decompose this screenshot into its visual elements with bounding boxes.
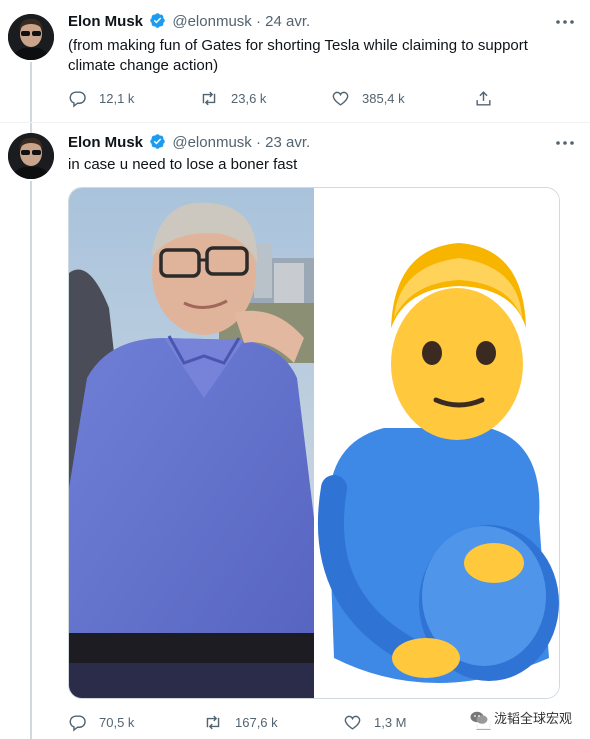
retweet-icon xyxy=(203,713,223,732)
like-count: 1,3 M xyxy=(374,714,407,730)
watermark: 泷韬全球宏观 xyxy=(465,706,576,729)
separator-dot: · xyxy=(255,13,261,30)
verified-badge-icon xyxy=(149,12,166,35)
more-options-icon[interactable] xyxy=(554,135,576,151)
author-handle[interactable]: @elonmusk xyxy=(172,134,251,151)
tweet-text-line: (from making fun of Gates for shorting T… xyxy=(68,37,528,54)
retweet-count: 167,6 k xyxy=(235,714,278,730)
tweet-text: (from making fun of Gates for shorting T… xyxy=(68,36,528,76)
like-button[interactable]: 385,4 k xyxy=(331,87,405,109)
tweet-text: in case u need to lose a boner fast xyxy=(68,155,297,175)
reply-button[interactable]: 70,5 k xyxy=(68,711,134,733)
media-emoji-pregnant-man xyxy=(314,188,559,698)
reply-count: 70,5 k xyxy=(99,714,135,730)
avatar[interactable] xyxy=(8,133,54,179)
retweet-button[interactable]: 167,6 k xyxy=(203,711,278,733)
tweet-header: Elon Musk @elonmusk · 24 avr. xyxy=(68,12,310,35)
like-button[interactable]: 1,3 M xyxy=(343,711,407,733)
tweet-2[interactable]: Elon Musk @elonmusk · 23 avr. in case u … xyxy=(0,123,590,739)
retweet-button[interactable]: 23,6 k xyxy=(199,87,266,109)
tweet-actions: 70,5 k 167,6 k 1,3 M xyxy=(68,711,508,733)
share-icon xyxy=(474,89,493,108)
tweet-media-image[interactable] xyxy=(68,187,560,699)
thread-line xyxy=(30,181,32,739)
author-name[interactable]: Elon Musk xyxy=(68,13,143,30)
retweet-icon xyxy=(199,89,219,108)
reply-icon xyxy=(68,89,87,108)
reply-count: 12,1 k xyxy=(99,90,135,106)
verified-badge-icon xyxy=(149,133,166,156)
more-options-icon[interactable] xyxy=(554,14,576,30)
author-name[interactable]: Elon Musk xyxy=(68,134,143,151)
like-count: 385,4 k xyxy=(362,90,405,106)
retweet-count: 23,6 k xyxy=(231,90,267,106)
thread-line xyxy=(30,123,32,133)
reply-icon xyxy=(68,713,87,732)
like-icon xyxy=(343,713,362,732)
watermark-text: 泷韬全球宏观 xyxy=(493,711,572,726)
tweet-1[interactable]: Elon Musk @elonmusk · 24 avr. (from maki… xyxy=(0,0,590,123)
tweet-text-line: in case u need to lose a boner fast xyxy=(68,156,298,173)
thread-line xyxy=(30,62,32,122)
author-handle[interactable]: @elonmusk xyxy=(172,13,251,30)
reply-button[interactable]: 12,1 k xyxy=(68,87,134,109)
media-photo-left xyxy=(69,188,314,698)
tweet-actions: 12,1 k 23,6 k 385,4 k xyxy=(68,87,508,109)
tweet-date[interactable]: 23 avr. xyxy=(265,134,310,151)
avatar[interactable] xyxy=(8,14,54,60)
share-button[interactable] xyxy=(474,87,493,109)
wechat-icon xyxy=(470,711,488,725)
separator-dot: · xyxy=(255,134,261,151)
tweet-text-line: climate change action) xyxy=(68,57,219,74)
tweet-header: Elon Musk @elonmusk · 23 avr. xyxy=(68,133,310,156)
tweet-date[interactable]: 24 avr. xyxy=(265,13,310,30)
like-icon xyxy=(331,89,350,108)
